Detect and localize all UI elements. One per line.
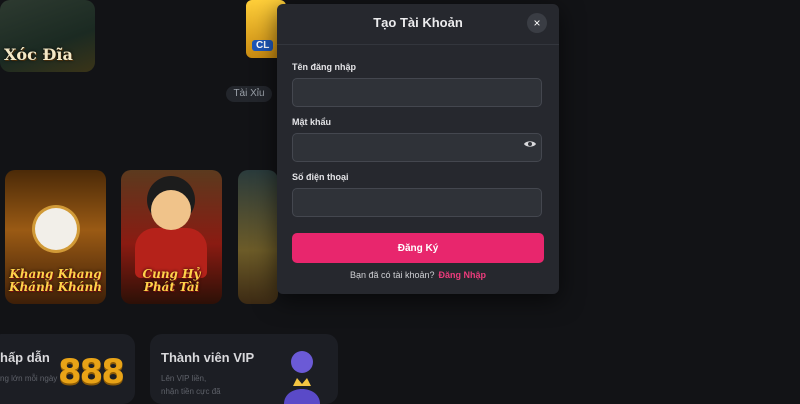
username-input[interactable] [292,78,542,107]
promo-title: hấp dẫn [0,350,50,365]
have-account-text: Bạn đã có tài khoản? [349,270,435,280]
password-input[interactable] [292,133,542,162]
promo-card-vip[interactable]: Thành viên VIP Lên VIP liền, nhận tiền c… [150,334,338,404]
game-tile-xoc-dia[interactable]: Xóc Đĩa [0,0,95,72]
phone-input[interactable] [292,188,542,217]
password-label: Mật khẩu [292,117,332,127]
crown-icon [284,351,320,404]
modal-title: Tạo Tài Khoản [373,15,463,30]
promo-title: Thành viên VIP [161,350,255,365]
fortune-god-face [151,190,191,230]
register-button[interactable]: Đăng Ký [292,233,544,263]
game-card-title: Cung Hỷ Phát Tài [142,267,201,294]
eye-icon[interactable] [523,137,537,151]
game-card-partial[interactable] [238,170,278,304]
promo-subtitle: Lên VIP liền, nhận tiền cực đã [161,374,221,396]
badge-888: 888 [58,352,125,392]
create-account-modal: Tạo Tài Khoản × Tên đăng nhập Mật khẩu S… [277,4,559,294]
modal-header: Tạo Tài Khoản × [277,4,559,40]
promo-subtitle: ng lớn mỗi ngày [0,374,58,383]
login-link[interactable]: Đăng Nhập [439,270,487,280]
game-card-cung-hy-phat-tai[interactable]: Cung Hỷ Phát Tài [121,170,222,304]
game-card-title: Khang Khang Khánh Khánh [9,267,102,294]
login-prompt: Bạn đã có tài khoản? Đăng Nhập [277,270,559,280]
phone-label: Số điện thoại [292,172,349,182]
lucky-cat-art [35,208,77,250]
club-badge: CL [252,40,274,51]
game-title: Xóc Đĩa [4,45,73,64]
tai-xiu-chip[interactable]: Tài Xỉu [226,86,272,102]
game-card-khang-khang[interactable]: Khang Khang Khánh Khánh [5,170,106,304]
promo-card-888[interactable]: hấp dẫn ng lớn mỗi ngày 888 [0,334,135,404]
close-button[interactable]: × [527,13,547,33]
username-label: Tên đăng nhập [292,62,356,72]
close-icon: × [533,16,541,30]
header-divider [277,44,559,45]
